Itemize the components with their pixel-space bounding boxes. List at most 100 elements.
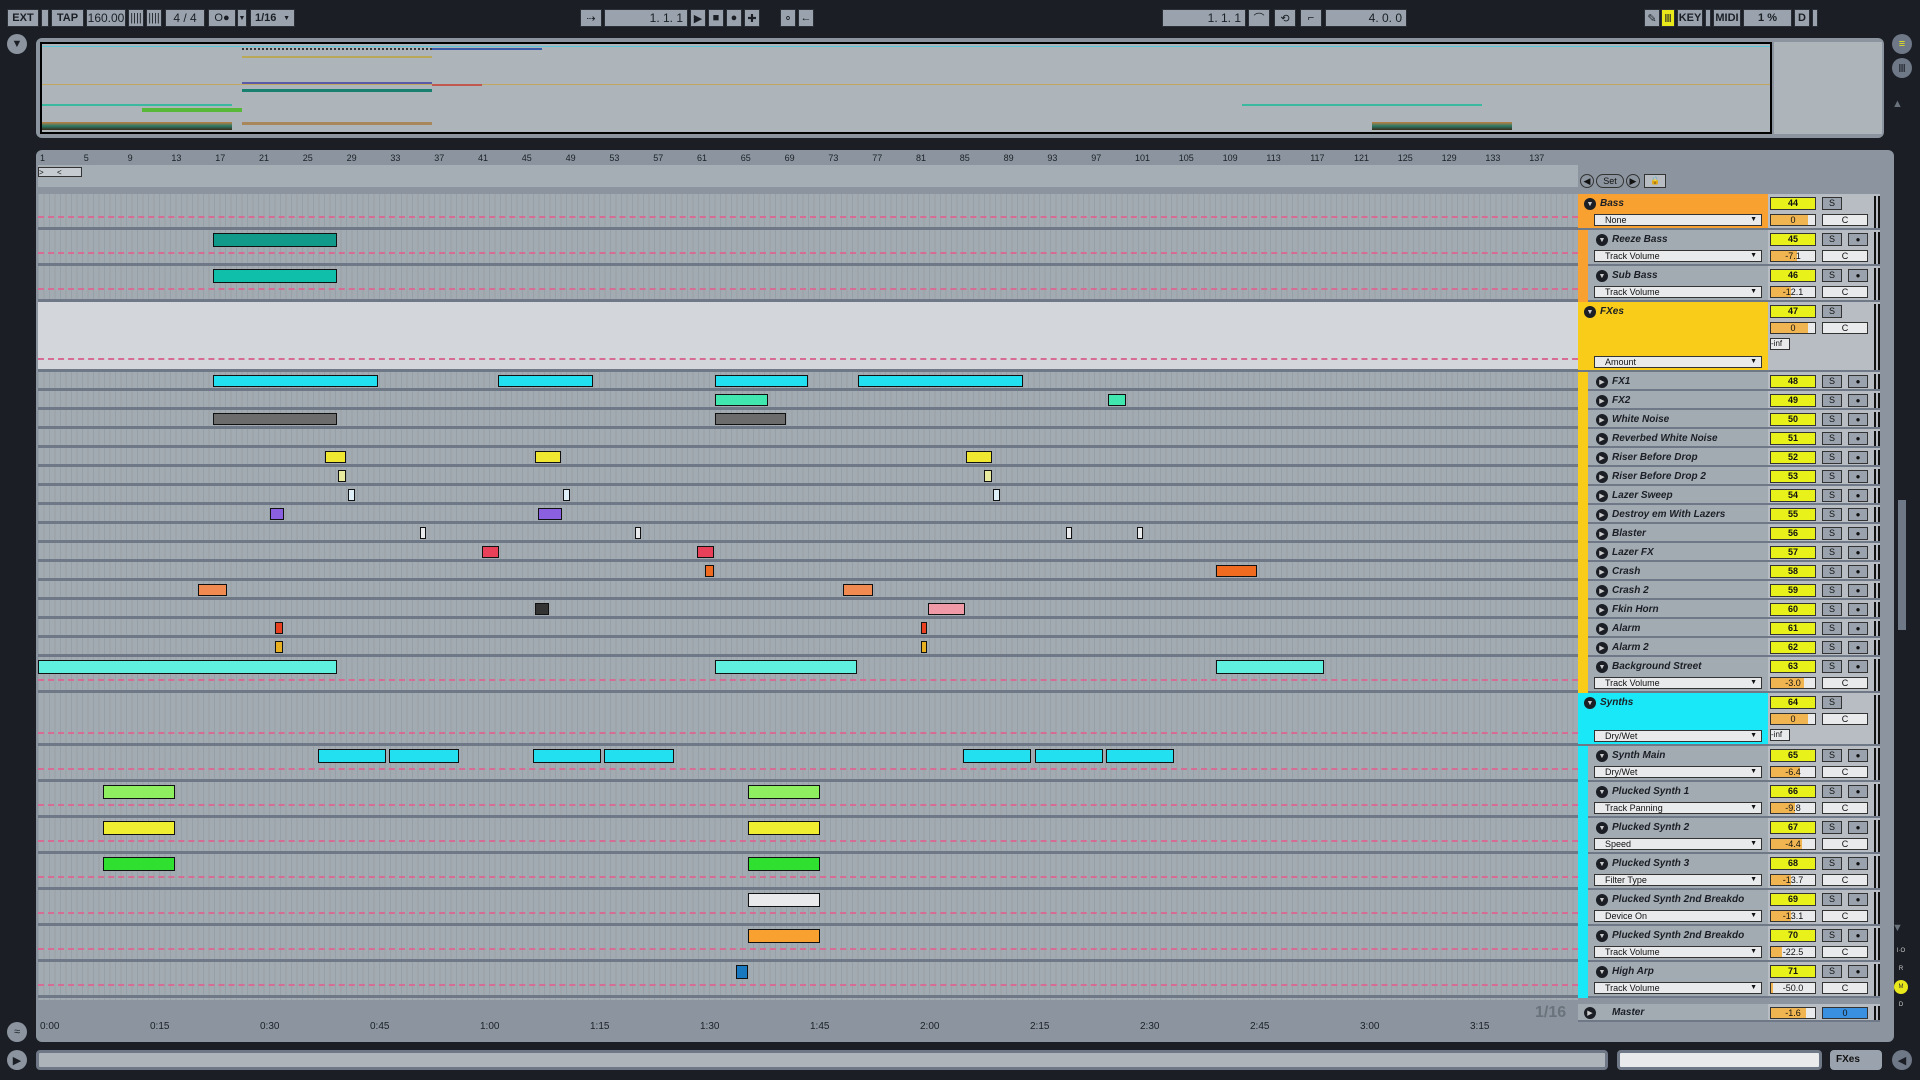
track-activator-button[interactable]: 70 bbox=[1770, 929, 1816, 942]
automation-parameter-select[interactable]: Track Volume bbox=[1594, 982, 1762, 994]
track-header[interactable]: ▼ Synths 64 S Dry/Wet 0 C -inf bbox=[1578, 693, 1880, 746]
track-activator-button[interactable]: 52 bbox=[1770, 451, 1816, 464]
automation-parameter-select[interactable]: None bbox=[1594, 214, 1762, 226]
fold-toggle-icon[interactable]: ▼ bbox=[1596, 234, 1608, 246]
track-activator-button[interactable]: 56 bbox=[1770, 527, 1816, 540]
detail-view-area[interactable] bbox=[36, 1050, 1608, 1070]
solo-button[interactable]: S bbox=[1822, 546, 1842, 559]
back-to-arrangement-icon[interactable]: ← bbox=[798, 9, 814, 27]
volume-field[interactable]: -4.4 bbox=[1770, 838, 1816, 850]
automation-arm-icon[interactable]: ⚬ bbox=[780, 9, 796, 27]
track-name[interactable]: FX2 bbox=[1612, 395, 1630, 406]
automation-line[interactable] bbox=[38, 984, 1578, 986]
metronome-dropdown-icon[interactable]: ▼ bbox=[237, 9, 247, 27]
tempo-nudge-up-button[interactable]: |||| bbox=[146, 9, 162, 27]
arm-button[interactable]: ● bbox=[1848, 660, 1868, 673]
track-lane[interactable] bbox=[38, 746, 1578, 782]
arm-button[interactable]: ● bbox=[1848, 508, 1868, 521]
clip[interactable] bbox=[389, 749, 459, 763]
track-header[interactable]: ▼ Plucked Synth 2nd Breakdo 70 S ● Track Volu… bbox=[1578, 926, 1880, 962]
solo-button[interactable]: S bbox=[1822, 527, 1842, 540]
track-activator-button[interactable]: 68 bbox=[1770, 857, 1816, 870]
automation-line[interactable] bbox=[38, 768, 1578, 770]
track-header[interactable]: ▶ Alarm 2 62 S ● bbox=[1578, 638, 1880, 657]
track-activator-button[interactable]: 48 bbox=[1770, 375, 1816, 388]
track-lane[interactable] bbox=[38, 926, 1578, 962]
clip[interactable] bbox=[535, 603, 549, 615]
track-header[interactable]: ▼ Sub Bass 46 S ● Track Volume -12.1 C bbox=[1578, 266, 1880, 302]
clip[interactable] bbox=[984, 470, 992, 482]
clip[interactable] bbox=[736, 965, 748, 979]
automation-line[interactable] bbox=[38, 912, 1578, 914]
fold-toggle-icon[interactable]: ▶ bbox=[1596, 604, 1608, 616]
track-name[interactable]: Plucked Synth 3 bbox=[1612, 858, 1689, 869]
track-lane[interactable] bbox=[38, 854, 1578, 890]
arm-button[interactable]: ● bbox=[1848, 821, 1868, 834]
clip[interactable] bbox=[993, 489, 1000, 501]
track-activator-button[interactable]: 65 bbox=[1770, 749, 1816, 762]
track-lane[interactable] bbox=[38, 657, 1578, 693]
track-name[interactable]: Lazer Sweep bbox=[1612, 490, 1673, 501]
track-header[interactable]: ▶ White Noise 50 S ● bbox=[1578, 410, 1880, 429]
track-activator-button[interactable]: 63 bbox=[1770, 660, 1816, 673]
clip[interactable] bbox=[213, 233, 337, 247]
arm-button[interactable]: ● bbox=[1848, 965, 1868, 978]
track-lane[interactable] bbox=[38, 448, 1578, 467]
automation-line[interactable] bbox=[38, 288, 1578, 290]
track-lane[interactable] bbox=[38, 962, 1578, 998]
volume-field[interactable]: -12.1 bbox=[1770, 286, 1816, 298]
clip[interactable] bbox=[348, 489, 355, 501]
track-header[interactable]: ▼ Background Street 63 S ● Track Volume -3.0 C bbox=[1578, 657, 1880, 693]
arm-button[interactable]: ● bbox=[1848, 527, 1868, 540]
automation-parameter-select[interactable]: Amount bbox=[1594, 356, 1762, 368]
automation-line[interactable] bbox=[38, 840, 1578, 842]
clip[interactable] bbox=[103, 785, 175, 799]
solo-button[interactable]: S bbox=[1822, 451, 1842, 464]
clip[interactable] bbox=[604, 749, 674, 763]
solo-button[interactable]: S bbox=[1822, 233, 1842, 246]
track-lane[interactable] bbox=[38, 302, 1578, 372]
overview-navigator[interactable] bbox=[40, 42, 1772, 134]
track-lane[interactable] bbox=[38, 890, 1578, 926]
arm-button[interactable]: ● bbox=[1848, 893, 1868, 906]
track-lane[interactable] bbox=[38, 266, 1578, 302]
track-lane[interactable] bbox=[38, 524, 1578, 543]
clip[interactable] bbox=[1216, 565, 1257, 577]
arm-button[interactable]: ● bbox=[1848, 785, 1868, 798]
clip[interactable] bbox=[103, 857, 175, 871]
fold-toggle-icon[interactable]: ▼ bbox=[1584, 198, 1596, 210]
track-name[interactable]: Riser Before Drop 2 bbox=[1612, 471, 1706, 482]
clip[interactable] bbox=[213, 269, 337, 283]
solo-button[interactable]: S bbox=[1822, 305, 1842, 318]
wave-icon[interactable]: ≈ bbox=[7, 1022, 27, 1042]
track-header[interactable]: ▶ Lazer Sweep 54 S ● bbox=[1578, 486, 1880, 505]
master-volume-field[interactable]: -1.6 bbox=[1770, 1007, 1816, 1019]
track-activator-button[interactable]: 45 bbox=[1770, 233, 1816, 246]
loop-brace-lane[interactable]: > < bbox=[38, 165, 1578, 187]
volume-field[interactable]: -13.7 bbox=[1770, 874, 1816, 886]
track-header[interactable]: ▼ Plucked Synth 3 68 S ● Filter Type -13.7 C bbox=[1578, 854, 1880, 890]
track-lane[interactable] bbox=[38, 486, 1578, 505]
previous-locator-icon[interactable]: ◀ bbox=[1580, 174, 1594, 188]
solo-button[interactable]: S bbox=[1822, 470, 1842, 483]
track-activator-button[interactable]: 54 bbox=[1770, 489, 1816, 502]
collapse-overview-icon[interactable]: ▼ bbox=[7, 34, 27, 54]
set-locator-button[interactable]: Set bbox=[1596, 174, 1624, 188]
clip[interactable] bbox=[103, 821, 175, 835]
clip[interactable] bbox=[715, 660, 857, 674]
automation-line[interactable] bbox=[38, 216, 1578, 218]
computer-midi-keyboard-icon[interactable]: Ⅲ bbox=[1661, 9, 1675, 27]
punch-out-icon[interactable]: ⌐ bbox=[1300, 9, 1322, 27]
volume-field[interactable]: -50.0 bbox=[1770, 982, 1816, 994]
track-lane[interactable] bbox=[38, 467, 1578, 486]
track-lane[interactable] bbox=[38, 391, 1578, 410]
follow-icon[interactable]: ⇢ bbox=[580, 9, 602, 27]
track-header[interactable]: ▶ Crash 2 59 S ● bbox=[1578, 581, 1880, 600]
track-lane[interactable] bbox=[38, 230, 1578, 266]
arm-button[interactable]: ● bbox=[1848, 857, 1868, 870]
record-button[interactable]: ● bbox=[726, 9, 742, 27]
clip[interactable] bbox=[715, 375, 808, 387]
fold-toggle-icon[interactable]: ▶ bbox=[1596, 623, 1608, 635]
master-track-header[interactable]: ▶ Master -1.6 0 bbox=[1578, 1004, 1880, 1022]
scroll-up-icon[interactable]: ▲ bbox=[1892, 98, 1903, 110]
